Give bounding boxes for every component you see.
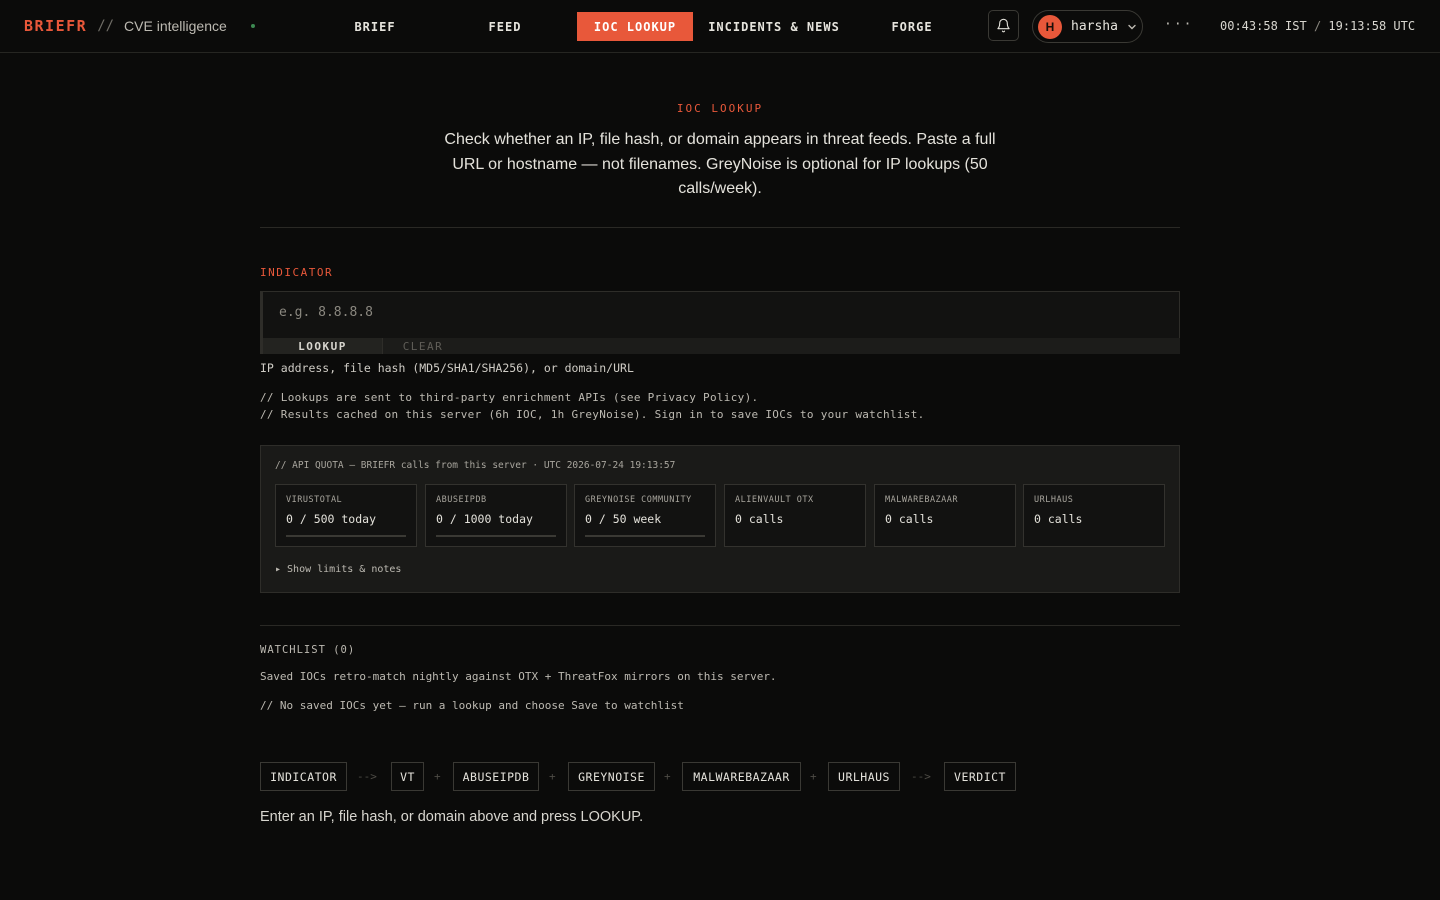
brand[interactable]: BRIEFR // CVE intelligence [24, 17, 255, 35]
clock-ist: 00:43:58 IST [1220, 19, 1307, 33]
clear-button[interactable]: CLEAR [383, 338, 463, 354]
quota-card-malwarebazaar: MALWAREBAZAAR 0 calls [874, 484, 1016, 547]
nav-forge[interactable]: FORGE [880, 12, 944, 41]
quota-header: // API QUOTA — BRIEFR calls from this se… [275, 460, 676, 471]
lookup-button[interactable]: LOOKUP [263, 338, 383, 354]
quota-card-name: ABUSEIPDB [436, 495, 487, 505]
nav-ioc-lookup[interactable]: IOC LOOKUP [577, 12, 693, 41]
quota-card-value: 0 calls [735, 512, 784, 526]
quota-progress-bar [436, 535, 556, 537]
quota-progress-bar [585, 535, 705, 537]
divider [260, 227, 1180, 228]
indicator-help: IP address, file hash (MD5/SHA1/SHA256),… [260, 361, 634, 375]
user-menu[interactable]: H harsha [1032, 10, 1143, 43]
quota-card-value: 0 / 500 today [286, 512, 377, 526]
clock: 00:43:58 IST / 19:13:58 UTC [1220, 19, 1415, 33]
page-description: Check whether an IP, file hash, or domai… [444, 131, 996, 197]
pipeline-node-greynoise: GREYNOISE [568, 762, 655, 791]
avatar: H [1038, 14, 1062, 39]
pipeline-node-verdict: VERDICT [944, 762, 1016, 791]
quota-card-name: URLHAUS [1034, 495, 1074, 505]
brand-subtitle: CVE intelligence [124, 18, 227, 34]
status-dot-icon [250, 24, 255, 28]
pipeline-node-malwarebazaar: MALWAREBAZAAR [682, 762, 801, 791]
pipeline-connector: + [434, 770, 441, 783]
page-eyebrow: IOC LOOKUP [676, 102, 764, 115]
quota-card-greynoise: GREYNOISE COMMUNITY 0 / 50 week [574, 484, 716, 547]
nav-incidents-news[interactable]: INCIDENTS & NEWS [705, 12, 843, 41]
quota-card-abuseipdb: ABUSEIPDB 0 / 1000 today [425, 484, 567, 547]
watchlist-description: Saved IOCs retro-match nightly against O… [260, 670, 777, 683]
clock-utc: 19:13:58 UTC [1328, 19, 1416, 33]
notifications-button[interactable] [988, 10, 1019, 41]
top-bar: BRIEFR // CVE intelligence BRIEF FEED IO… [0, 0, 1440, 53]
quota-card-value: 0 / 1000 today [436, 512, 533, 526]
quota-card-name: GREYNOISE COMMUNITY [585, 495, 692, 505]
nav-feed[interactable]: FEED [470, 12, 540, 41]
pipeline-node-abuseipdb: ABUSEIPDB [453, 762, 539, 791]
watchlist-title: WATCHLIST (0) [260, 644, 356, 656]
pipeline-connector: --> [357, 770, 377, 783]
show-limits-toggle[interactable]: ▸ Show limits & notes [275, 564, 401, 575]
indicator-input[interactable] [279, 305, 1159, 320]
api-quota-panel: // API QUOTA — BRIEFR calls from this se… [260, 445, 1180, 593]
watchlist-empty-state: // No saved IOCs yet — run a lookup and … [260, 699, 684, 712]
indicator-actions: LOOKUP CLEAR [263, 338, 1180, 354]
nav-brief[interactable]: BRIEF [340, 12, 410, 41]
pipeline-node-vt: VT [391, 762, 424, 791]
pipeline-node-urlhaus: URLHAUS [828, 762, 900, 791]
bell-icon [997, 18, 1010, 33]
quota-card-alienvault: ALIENVAULT OTX 0 calls [724, 484, 866, 547]
quota-card-value: 0 / 50 week [585, 512, 662, 526]
quota-card-name: VIRUSTOTAL [286, 495, 343, 505]
divider [260, 625, 1180, 626]
quota-card-name: ALIENVAULT OTX [735, 495, 814, 505]
quota-progress-bar [286, 535, 406, 537]
quota-card-urlhaus: URLHAUS 0 calls [1023, 484, 1165, 547]
quota-card-value: 0 calls [885, 512, 934, 526]
quota-card-name: MALWAREBAZAAR [885, 495, 959, 505]
brand-name: BRIEFR [24, 17, 88, 35]
cache-note: // Results cached on this server (6h IOC… [260, 408, 925, 421]
pipeline-node-indicator: INDICATOR [260, 762, 347, 791]
pipeline-connector: + [549, 770, 556, 783]
more-menu-button[interactable]: ··· [1164, 17, 1193, 32]
pipeline-connector: --> [911, 770, 931, 783]
chevron-down-icon [1128, 24, 1136, 29]
footer-hint: Enter an IP, file hash, or domain above … [260, 809, 644, 825]
pipeline-connector: + [664, 770, 671, 783]
brand-separator: // [97, 18, 115, 34]
quota-card-virustotal: VIRUSTOTAL 0 / 500 today [275, 484, 417, 547]
indicator-box: LOOKUP CLEAR [260, 291, 1180, 354]
user-name: harsha [1071, 19, 1118, 34]
privacy-note: // Lookups are sent to third-party enric… [260, 391, 759, 404]
clock-separator: / [1313, 19, 1322, 33]
indicator-label: INDICATOR [260, 266, 334, 279]
pipeline-connector: + [810, 770, 817, 783]
quota-card-value: 0 calls [1034, 512, 1083, 526]
